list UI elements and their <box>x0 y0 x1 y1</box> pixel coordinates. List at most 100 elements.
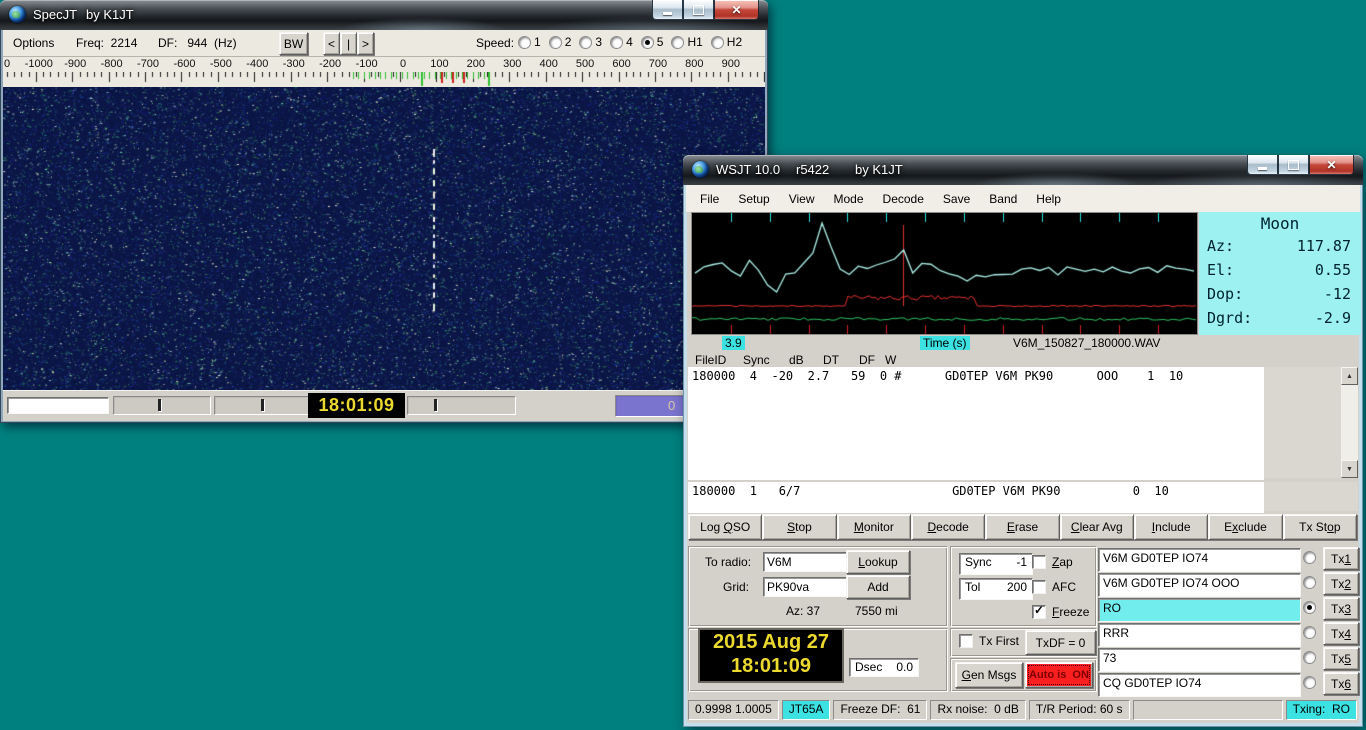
clear-avg-button[interactable]: Clear Avg <box>1059 514 1134 540</box>
tx-select-radio-3[interactable] <box>1304 602 1315 613</box>
speed-radio-1[interactable]: 1 <box>519 35 541 49</box>
afc-checkbox[interactable]: AFC <box>1032 580 1076 594</box>
speed-radio-3[interactable]: 3 <box>580 35 602 49</box>
stop-button[interactable]: Stop <box>762 514 837 540</box>
average-text-area[interactable]: 180000 1 6/7 GD0TEP V6M PK90 0 10 <box>688 482 1358 513</box>
tx5-button[interactable]: Tx 5 <box>1323 647 1359 670</box>
nav-button-prev[interactable]: < <box>323 32 340 55</box>
zap-checkbox[interactable]: Zap <box>1032 555 1073 569</box>
ruler-ticks <box>3 72 765 87</box>
wsjt-titlebar[interactable]: WSJT 10.0 r5422 by K1JT ✕ <box>683 155 1363 185</box>
azimuth-readout: Az: 37 <box>786 604 821 618</box>
gain-slider-3[interactable] <box>407 396 516 415</box>
speed-radio-2[interactable]: 2 <box>549 35 571 49</box>
menu-save[interactable]: Save <box>943 192 970 206</box>
status-spacer <box>1132 700 1283 720</box>
log-qso-button[interactable]: Log Q SO <box>688 514 763 540</box>
tx-select-radio-4[interactable] <box>1304 627 1315 638</box>
scroll-up-icon[interactable]: ▲ <box>1341 367 1358 385</box>
tx-stop-button[interactable]: Tx St o p <box>1282 514 1357 540</box>
options-menu[interactable]: Options <box>13 36 54 50</box>
time-axis-label: Time (s) <box>920 336 970 350</box>
minimize-button[interactable] <box>1247 155 1278 175</box>
monitor-button[interactable]: Monitor <box>836 514 911 540</box>
menu-decode[interactable]: Decode <box>883 192 924 206</box>
add-button[interactable]: Add <box>846 575 910 599</box>
grid-input[interactable]: PK90va <box>763 577 847 597</box>
tx-select-radio-6[interactable] <box>1304 677 1315 688</box>
tol-field[interactable]: Tol 200 <box>959 578 1033 600</box>
waterfall-display[interactable] <box>3 87 765 390</box>
speed-radio-H2[interactable]: H2 <box>711 35 742 49</box>
tx-select-radio-2[interactable] <box>1304 577 1315 588</box>
tx-first-checkbox[interactable]: Tx First <box>959 634 1019 648</box>
speed-radio-5[interactable]: 5 <box>641 35 663 49</box>
radio-icon <box>549 36 561 48</box>
slider-handle[interactable] <box>434 399 437 411</box>
exclude-button[interactable]: Ex clude <box>1208 514 1283 540</box>
afc-box[interactable] <box>1032 580 1046 594</box>
sync-field[interactable]: Sync -1 <box>959 553 1033 575</box>
speed-radio-4[interactable]: 4 <box>611 35 633 49</box>
tx-message-6[interactable]: CQ GD0TEP IO74 <box>1098 673 1301 697</box>
tx4-button[interactable]: Tx 4 <box>1323 622 1359 645</box>
moon-data: Az: 117.87 El: 0.55 Dop: -12 Dgrd: -2.9 <box>1199 237 1361 333</box>
minimize-button[interactable] <box>652 0 683 20</box>
txdf-button[interactable]: TxDF = 0 <box>1025 630 1096 655</box>
tx-message-4[interactable]: RRR <box>1098 623 1301 647</box>
include-button[interactable]: Include <box>1134 514 1209 540</box>
menu-band[interactable]: Band <box>989 192 1017 206</box>
decode-text-area[interactable]: 180000 4 -20 2.7 59 0 # GD0TEP V6M PK90 … <box>688 367 1358 480</box>
tx-message-2[interactable]: V6M GD0TEP IO74 OOO <box>1098 573 1301 597</box>
menu-help[interactable]: Help <box>1036 192 1061 206</box>
gain-slider-1[interactable] <box>113 396 211 415</box>
to-radio-input[interactable]: V6M <box>763 552 847 572</box>
dsec-field[interactable]: Dsec 0.0 <box>849 658 919 677</box>
lookup-button[interactable]: Lookup <box>846 550 910 574</box>
bw-button[interactable]: BW <box>279 32 308 55</box>
average-lines[interactable]: 180000 1 6/7 GD0TEP V6M PK90 0 10 <box>688 482 1264 513</box>
zap-box[interactable] <box>1032 555 1046 569</box>
menu-file[interactable]: File <box>700 192 719 206</box>
tx-select-radio-1[interactable] <box>1304 552 1315 563</box>
decode-filler <box>1264 367 1341 478</box>
erase-button[interactable]: Erase <box>985 514 1060 540</box>
slider-handle[interactable] <box>158 399 161 411</box>
ruler-label: 100 <box>430 58 449 70</box>
nav-button-center[interactable]: | <box>340 32 357 55</box>
gen-msgs-button[interactable]: Gen Msgs <box>955 662 1023 688</box>
maximize-button[interactable] <box>683 0 714 20</box>
tx-first-box[interactable] <box>959 634 973 648</box>
scroll-down-icon[interactable]: ▼ <box>1341 460 1358 478</box>
tx-message-1[interactable]: V6M GD0TEP IO74 <box>1098 548 1301 572</box>
spectrum-graph[interactable] <box>691 212 1198 335</box>
slider-handle[interactable] <box>261 399 264 411</box>
tx1-button[interactable]: Tx 1 <box>1323 547 1359 570</box>
menu-view[interactable]: View <box>789 192 815 206</box>
decode-line[interactable]: 180000 4 -20 2.7 59 0 # GD0TEP V6M PK90 … <box>692 369 1264 384</box>
gain-slider-2[interactable] <box>214 396 309 415</box>
freeze-box[interactable] <box>1032 603 1046 619</box>
freeze-checkbox[interactable]: Freeze <box>1032 603 1089 619</box>
menu-mode[interactable]: Mode <box>834 192 864 206</box>
tx-select-radio-5[interactable] <box>1304 652 1315 663</box>
tx6-button[interactable]: Tx 6 <box>1323 672 1359 695</box>
tx-message-3[interactable]: RO <box>1098 598 1301 622</box>
maximize-button[interactable] <box>1278 155 1309 175</box>
decode-scrollbar[interactable]: ▲ ▼ <box>1341 367 1358 478</box>
nav-button-next[interactable]: > <box>357 32 374 55</box>
decode-lines[interactable]: 180000 4 -20 2.7 59 0 # GD0TEP V6M PK90 … <box>688 367 1264 480</box>
close-button[interactable]: ✕ <box>714 0 759 20</box>
close-button[interactable]: ✕ <box>1309 155 1354 175</box>
grid-label: Grid: <box>723 580 750 594</box>
auto-on-button[interactable]: Auto is ON <box>1025 662 1093 688</box>
average-line[interactable]: 180000 1 6/7 GD0TEP V6M PK90 0 10 <box>692 484 1264 499</box>
decode-button[interactable]: Decode <box>911 514 986 540</box>
average-filler <box>1264 482 1358 511</box>
tx3-button[interactable]: Tx 3 <box>1323 597 1359 620</box>
specjt-titlebar[interactable]: SpecJT by K1JT ✕ <box>0 0 768 30</box>
tx2-button[interactable]: Tx 2 <box>1323 572 1359 595</box>
speed-radio-H1[interactable]: H1 <box>672 35 703 49</box>
menu-setup[interactable]: Setup <box>738 192 769 206</box>
tx-message-5[interactable]: 73 <box>1098 648 1301 672</box>
